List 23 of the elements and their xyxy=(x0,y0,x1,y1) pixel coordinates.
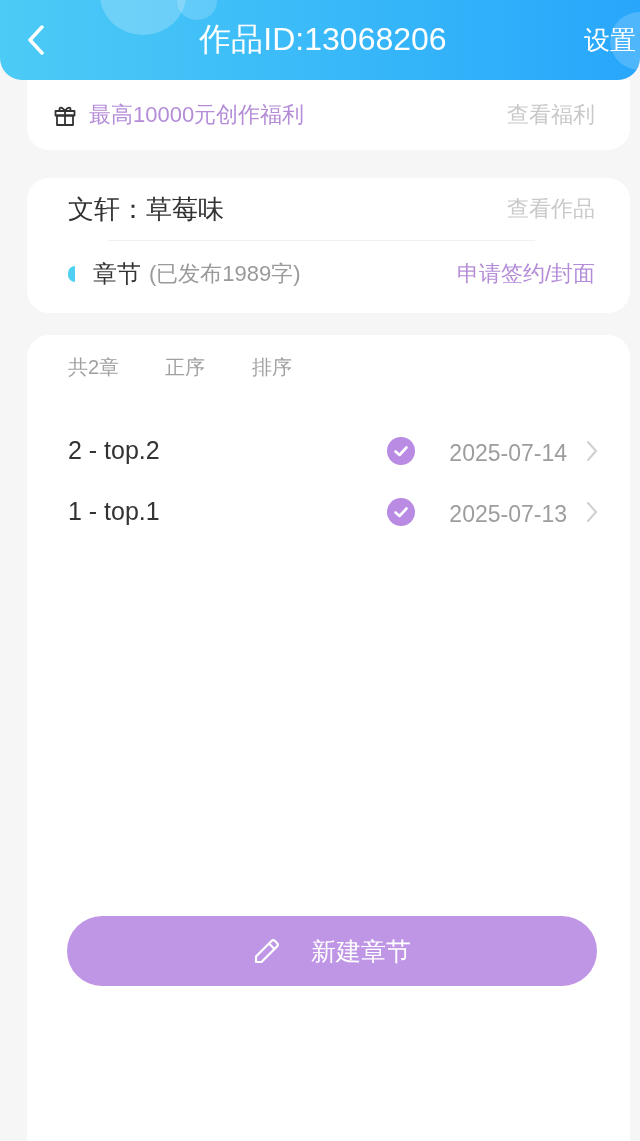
chapter-row[interactable]: 2 - top.2 2025-07-14 xyxy=(27,420,630,481)
chapter-count: 共2章 xyxy=(68,354,121,380)
welfare-promo-text: 最高10000元创作福利 xyxy=(89,101,306,129)
chapter-date: 2025-07-14 xyxy=(449,439,567,467)
sort-option[interactable]: 排序 xyxy=(252,353,339,381)
chapter-title: 1 - top.1 xyxy=(68,497,161,526)
chevron-right-icon xyxy=(586,439,598,462)
work-name: 文轩：草莓味 xyxy=(68,192,224,226)
chapter-date: 2025-07-13 xyxy=(449,500,567,528)
gift-icon xyxy=(54,104,76,126)
section-marker-icon xyxy=(68,266,75,282)
section-label: 章节 xyxy=(93,259,141,289)
settings-link[interactable]: 设置 xyxy=(584,22,636,58)
chevron-right-icon xyxy=(586,500,598,523)
new-chapter-button[interactable]: 新建章节 xyxy=(67,916,597,986)
pencil-icon xyxy=(253,937,281,965)
chapter-row[interactable]: 1 - top.1 2025-07-13 xyxy=(27,481,630,542)
chapter-title: 2 - top.2 xyxy=(68,436,161,465)
sort-option[interactable]: 正序 xyxy=(165,353,252,381)
apply-contract-link[interactable]: 申请签约/封面 xyxy=(456,259,595,289)
page-title: 作品ID:13068206 xyxy=(198,20,448,59)
word-count-note: (已发布1989字) xyxy=(149,260,301,288)
back-chevron-icon xyxy=(27,25,45,55)
